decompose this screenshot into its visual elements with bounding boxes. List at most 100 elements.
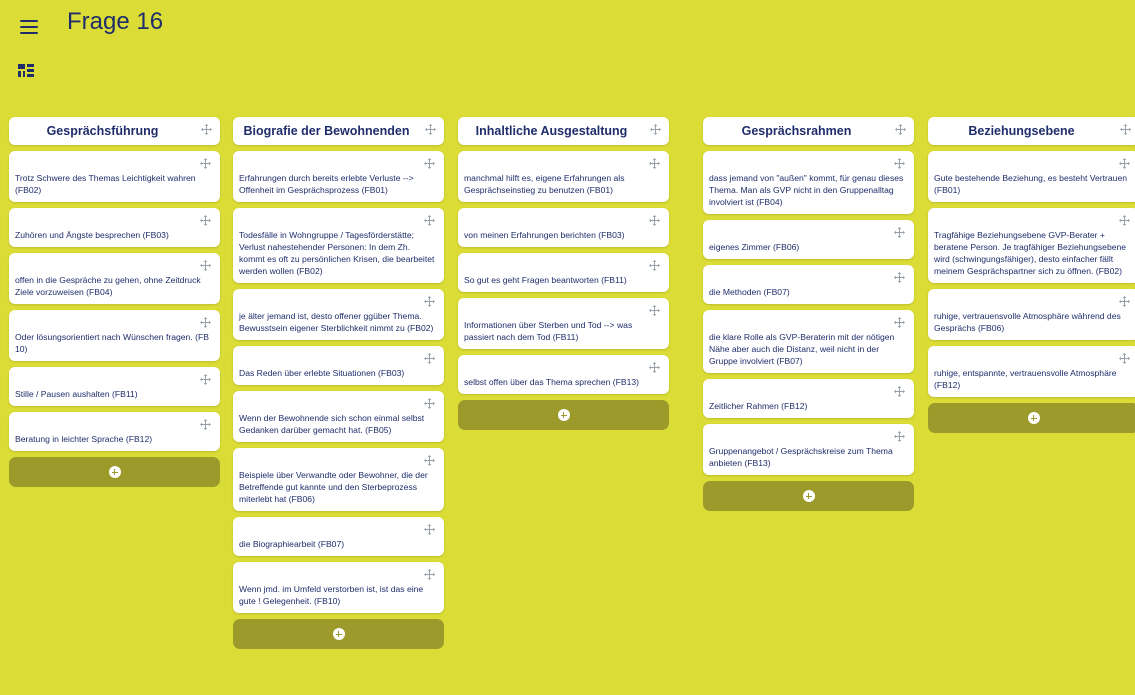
plus-circle-icon: [108, 466, 121, 478]
post-card[interactable]: die klare Rolle als GVP-Beraterin mit de…: [703, 310, 914, 373]
drag-move-icon[interactable]: [200, 317, 211, 328]
column-header[interactable]: Gesprächsführung: [9, 117, 220, 145]
post-card[interactable]: manchmal hilft es, eigene Erfahrungen al…: [458, 151, 669, 202]
post-card[interactable]: die Biographiearbeit (FB07): [233, 517, 444, 556]
top-bar: Frage 16: [0, 0, 1135, 50]
drag-move-icon[interactable]: [200, 215, 211, 226]
post-card[interactable]: So gut es geht Fragen beantworten (FB11): [458, 253, 669, 292]
post-card[interactable]: dass jemand von "außen" kommt, für genau…: [703, 151, 914, 214]
add-card-button[interactable]: [928, 403, 1135, 433]
post-card[interactable]: offen in die Gespräche zu gehen, ohne Ze…: [9, 253, 220, 304]
drag-move-icon[interactable]: [425, 124, 436, 135]
post-card[interactable]: Todesfälle in Wohngruppe / Tagesförderst…: [233, 208, 444, 283]
drag-move-icon[interactable]: [894, 227, 905, 238]
card-text: So gut es geht Fragen beantworten (FB11): [464, 275, 627, 285]
drag-move-icon[interactable]: [649, 215, 660, 226]
drag-move-icon[interactable]: [200, 374, 211, 385]
drag-move-icon[interactable]: [649, 362, 660, 373]
drag-move-icon[interactable]: [649, 158, 660, 169]
drag-move-icon[interactable]: [200, 419, 211, 430]
card-text: manchmal hilft es, eigene Erfahrungen al…: [464, 173, 625, 195]
post-card[interactable]: Wenn jmd. im Umfeld verstorben ist, ist …: [233, 562, 444, 613]
column-title: Gesprächsrahmen: [741, 124, 852, 138]
post-card[interactable]: Wenn der Bewohnende sich schon einmal se…: [233, 391, 444, 442]
add-card-button[interactable]: [458, 400, 669, 430]
card-text: die Methoden (FB07): [709, 287, 790, 297]
drag-move-icon[interactable]: [424, 296, 435, 307]
drag-move-icon[interactable]: [424, 524, 435, 535]
column: Beziehungsebene Gute bestehende Beziehung…: [928, 117, 1135, 433]
column-title: Inhaltliche Ausgestaltung: [475, 124, 628, 138]
card-text: Zeitlicher Rahmen (FB12): [709, 401, 808, 411]
drag-move-icon[interactable]: [1119, 296, 1130, 307]
post-card[interactable]: Oder lösungsorientiert nach Wünschen fra…: [9, 310, 220, 361]
drag-move-icon[interactable]: [1120, 124, 1131, 135]
card-text: dass jemand von "außen" kommt, für genau…: [709, 173, 904, 207]
post-card[interactable]: Erfahrungen durch bereits erlebte Verlus…: [233, 151, 444, 202]
drag-move-icon[interactable]: [424, 158, 435, 169]
drag-move-icon[interactable]: [1119, 215, 1130, 226]
post-card[interactable]: von meinen Erfahrungen berichten (FB03): [458, 208, 669, 247]
drag-move-icon[interactable]: [424, 353, 435, 364]
post-card[interactable]: die Methoden (FB07): [703, 265, 914, 304]
card-text: offen in die Gespräche zu gehen, ohne Ze…: [15, 275, 201, 297]
post-card[interactable]: Informationen über Sterben und Tod --> w…: [458, 298, 669, 349]
column-header[interactable]: Gesprächsrahmen: [703, 117, 914, 145]
card-text: Tragfähige Beziehungsebene GVP-Berater +…: [934, 230, 1127, 276]
post-card[interactable]: Gruppenangebot / Gesprächskreise zum The…: [703, 424, 914, 475]
drag-move-icon[interactable]: [424, 215, 435, 226]
drag-move-icon[interactable]: [424, 569, 435, 580]
drag-move-icon[interactable]: [1119, 158, 1130, 169]
post-card[interactable]: Gute bestehende Beziehung, es besteht Ve…: [928, 151, 1135, 202]
drag-move-icon[interactable]: [650, 124, 661, 135]
drag-move-icon[interactable]: [200, 158, 211, 169]
post-card[interactable]: ruhige, vertrauensvolle Atmosphäre währe…: [928, 289, 1135, 340]
drag-move-icon[interactable]: [894, 158, 905, 169]
post-card[interactable]: Beispiele über Verwandte oder Bewohner, …: [233, 448, 444, 511]
post-card[interactable]: Beratung in leichter Sprache (FB12): [9, 412, 220, 451]
post-card[interactable]: Zuhören und Ängste besprechen (FB03): [9, 208, 220, 247]
column-header[interactable]: Biografie der Bewohnenden: [233, 117, 444, 145]
post-card[interactable]: ruhige, entspannte, vertrauensvolle Atmo…: [928, 346, 1135, 397]
post-card[interactable]: je älter jemand ist, desto offener ggübe…: [233, 289, 444, 340]
post-card[interactable]: Zeitlicher Rahmen (FB12): [703, 379, 914, 418]
drag-move-icon[interactable]: [894, 272, 905, 283]
add-card-button[interactable]: [703, 481, 914, 511]
card-text: je älter jemand ist, desto offener ggübe…: [239, 311, 434, 333]
plus-circle-icon: [802, 490, 815, 502]
post-card[interactable]: Tragfähige Beziehungsebene GVP-Berater +…: [928, 208, 1135, 283]
grid-layout-icon[interactable]: [18, 64, 34, 77]
card-text: Todesfälle in Wohngruppe / Tagesförderst…: [239, 230, 435, 276]
column-title: Biografie der Bewohnenden: [243, 124, 410, 138]
card-text: von meinen Erfahrungen berichten (FB03): [464, 230, 625, 240]
drag-move-icon[interactable]: [424, 455, 435, 466]
plus-circle-icon: [332, 628, 345, 640]
post-card[interactable]: Trotz Schwere des Themas Leichtigkeit wa…: [9, 151, 220, 202]
drag-move-icon[interactable]: [649, 260, 660, 271]
card-text: Trotz Schwere des Themas Leichtigkeit wa…: [15, 173, 196, 195]
hamburger-menu-icon[interactable]: [20, 20, 38, 34]
column: Gesprächsrahmen dass jemand von "außen" k…: [703, 117, 914, 511]
card-text: Stille / Pausen aushalten (FB11): [15, 389, 138, 399]
add-card-button[interactable]: [233, 619, 444, 649]
drag-move-icon[interactable]: [649, 305, 660, 316]
post-card[interactable]: Stille / Pausen aushalten (FB11): [9, 367, 220, 406]
column-header[interactable]: Inhaltliche Ausgestaltung: [458, 117, 669, 145]
add-card-button[interactable]: [9, 457, 220, 487]
column: Inhaltliche Ausgestaltung manchmal hilft …: [458, 117, 669, 430]
card-text: Wenn jmd. im Umfeld verstorben ist, ist …: [239, 584, 424, 606]
drag-move-icon[interactable]: [1119, 353, 1130, 364]
drag-move-icon[interactable]: [894, 386, 905, 397]
drag-move-icon[interactable]: [424, 398, 435, 409]
column-header[interactable]: Beziehungsebene: [928, 117, 1135, 145]
drag-move-icon[interactable]: [201, 124, 212, 135]
drag-move-icon[interactable]: [895, 124, 906, 135]
drag-move-icon[interactable]: [894, 317, 905, 328]
post-card[interactable]: Das Reden über erlebte Situationen (FB03…: [233, 346, 444, 385]
drag-move-icon[interactable]: [894, 431, 905, 442]
post-card[interactable]: eigenes Zimmer (FB06): [703, 220, 914, 259]
drag-move-icon[interactable]: [200, 260, 211, 271]
post-card[interactable]: selbst offen über das Thema sprechen (FB…: [458, 355, 669, 394]
card-text: Das Reden über erlebte Situationen (FB03…: [239, 368, 405, 378]
card-text: die klare Rolle als GVP-Beraterin mit de…: [709, 332, 895, 366]
